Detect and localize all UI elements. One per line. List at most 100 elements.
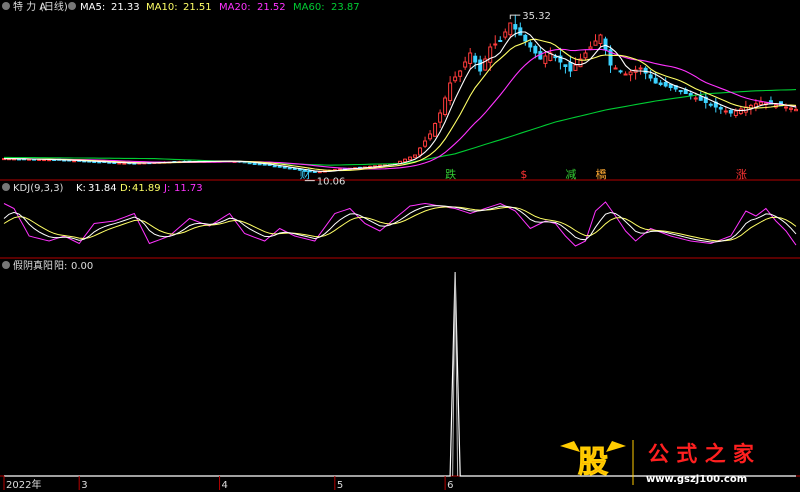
indicator-panel-header: 假阴真阳 阳: 0.00	[2, 259, 93, 272]
candle-body	[433, 123, 438, 137]
candle-body	[408, 156, 413, 161]
candle-body	[783, 106, 788, 109]
candle-body	[698, 96, 703, 101]
kdj-j-value: 11.73	[174, 183, 203, 194]
candle-body	[568, 61, 573, 72]
candle-body	[493, 43, 498, 46]
candle-body	[623, 73, 628, 76]
candle-body	[247, 162, 252, 165]
x-tick-label-3: 5	[337, 480, 343, 491]
candle-body	[448, 82, 453, 102]
candle-body	[728, 109, 733, 114]
indicator-yang-value: 0.00	[71, 261, 93, 272]
candle-body	[423, 140, 428, 147]
stock-chart[interactable]: 财跌 $ 减橋涨 2022年 3 4 5 6 35.32 10.06 特 力 A (日线) …	[0, 0, 800, 492]
candle-body	[693, 97, 698, 100]
candle-body	[277, 165, 282, 168]
candle-body	[758, 101, 763, 105]
watermark-url: www.gszj100.com	[646, 474, 747, 485]
candle-body	[603, 38, 608, 51]
x-tick-label-2: 4	[222, 480, 228, 491]
kdj-collapse-icon[interactable]	[2, 183, 10, 191]
candle-body	[413, 154, 418, 158]
candle-body	[653, 77, 658, 84]
candle-body	[733, 110, 738, 116]
candle-body	[438, 112, 443, 123]
candle-body	[543, 55, 548, 64]
ma5-value: 21.33	[111, 2, 140, 13]
candle-body	[488, 46, 493, 63]
candle-body	[788, 107, 793, 110]
candle-body	[648, 74, 653, 79]
chart-background	[0, 0, 800, 492]
candle-body	[117, 162, 122, 165]
candle-body	[513, 24, 518, 30]
candle-body	[508, 22, 513, 36]
candle-body	[478, 59, 483, 72]
candle-body	[468, 52, 473, 64]
ma20-value: 21.52	[257, 2, 286, 13]
candle-body	[443, 97, 448, 116]
signal-label-1: 跌	[445, 167, 456, 181]
x-tick-label-1: 3	[81, 480, 87, 491]
kdj-k-label: K:	[76, 183, 86, 194]
ma10-label: MA10:	[146, 2, 178, 13]
candle-body	[593, 40, 598, 46]
candle-body	[613, 67, 618, 70]
high-price-label: 35.32	[522, 11, 551, 22]
candle-body	[553, 56, 558, 59]
candle-body	[122, 162, 127, 165]
candle-body	[528, 42, 533, 48]
kdj-name: KDJ(9,3,3)	[13, 183, 64, 194]
candle-body	[262, 163, 267, 166]
candle-body	[252, 162, 257, 165]
candle-body	[794, 108, 798, 112]
signal-label-5: 涨	[736, 168, 747, 181]
candle-body	[718, 107, 723, 110]
watermark: 股 公 式 之 家 www.gszj100.com	[560, 440, 755, 485]
candle-body	[458, 70, 463, 77]
watermark-text: 公 式 之 家	[648, 442, 755, 466]
candle-body	[638, 67, 643, 70]
ma10-value: 21.51	[183, 2, 212, 13]
candle-body	[618, 70, 623, 73]
candle-body	[658, 82, 663, 85]
candle-body	[463, 61, 468, 68]
candle-body	[518, 27, 523, 36]
kdj-j-label: J:	[163, 183, 170, 194]
candle-body	[738, 108, 743, 115]
candle-body	[563, 64, 568, 67]
indicator-name: 假阴真阳	[13, 259, 53, 272]
candle-body	[428, 133, 433, 140]
candle-body	[663, 81, 668, 87]
candle-body	[588, 46, 593, 50]
candle-body	[272, 165, 277, 168]
candle-body	[708, 103, 713, 106]
candle-body	[498, 40, 503, 43]
ma60-label: MA60:	[293, 2, 325, 13]
candle-body	[287, 167, 292, 170]
signal-label-0: 财	[300, 167, 311, 181]
candle-body	[678, 90, 683, 93]
candle-body	[473, 55, 478, 63]
collapse-icon[interactable]	[2, 2, 10, 10]
candle-body	[533, 45, 538, 54]
settings-icon[interactable]	[68, 2, 76, 10]
candle-body	[282, 166, 287, 169]
kdj-k-value: 31.84	[88, 183, 117, 194]
signal-label-2: $	[520, 168, 527, 181]
candle-body	[523, 34, 528, 42]
candle-body	[257, 163, 262, 166]
candle-body	[453, 76, 458, 82]
period-label: (日线)	[40, 0, 68, 13]
ma20-label: MA20:	[219, 2, 251, 13]
ma60-value: 23.87	[331, 2, 360, 13]
candle-body	[312, 170, 317, 173]
watermark-logo: 股	[578, 445, 608, 480]
signal-label-4: 橋	[596, 167, 607, 181]
x-tick-label-4: 6	[447, 480, 453, 491]
candle-body	[628, 71, 633, 76]
candle-body	[598, 34, 603, 45]
indicator-collapse-icon[interactable]	[2, 261, 10, 269]
candle-body	[403, 158, 408, 163]
